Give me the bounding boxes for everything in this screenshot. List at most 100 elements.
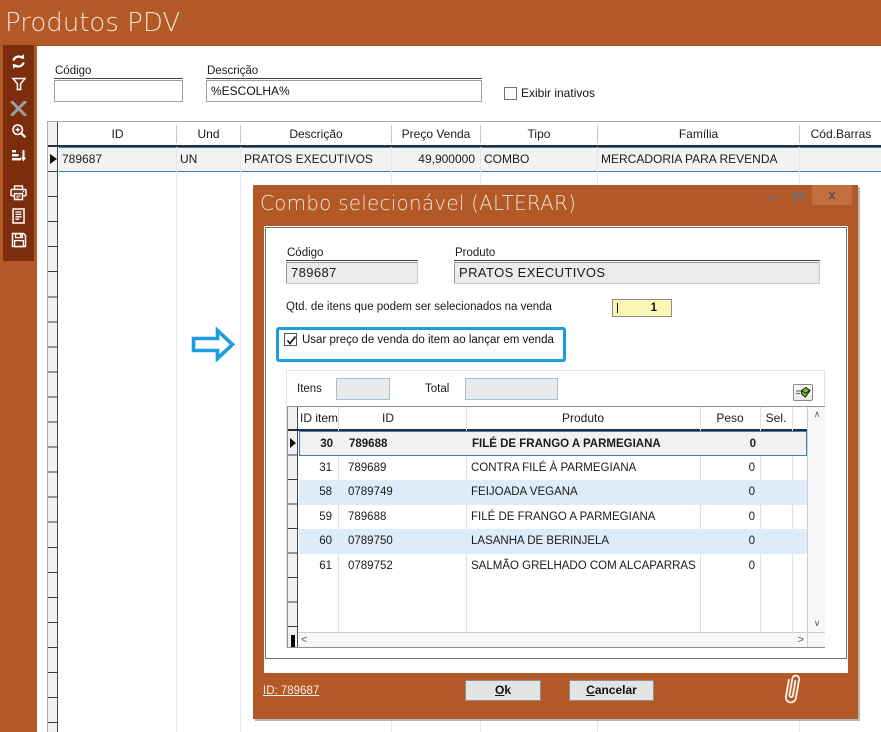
annotation-arrow-icon — [191, 326, 235, 363]
cell-und: UN — [177, 148, 240, 171]
cell-produto: CONTRA FILÉ À PARMEGIANA — [466, 456, 700, 480]
scroll-down-icon[interactable]: ∨ — [808, 619, 826, 629]
items-grid: ID item ID Produto Peso Sel. 30 789688 F… — [287, 406, 825, 648]
minimize-icon[interactable] — [768, 197, 777, 199]
cell-sel — [761, 432, 793, 456]
maximize-icon[interactable] — [793, 192, 804, 201]
column-header-descricao[interactable]: Descrição — [241, 122, 391, 145]
horizontal-scrollbar[interactable]: < > — [298, 632, 807, 647]
dialog-codigo-label: Código — [286, 246, 418, 261]
items-row[interactable]: 58 0789749 FEIJOADA VEGANA 0 — [299, 480, 807, 505]
items-column-id[interactable]: ID — [338, 407, 438, 429]
print-icon — [10, 185, 27, 201]
report-button[interactable] — [3, 205, 34, 227]
column-separator-line — [240, 147, 241, 732]
items-row[interactable]: 31 789689 CONTRA FILÉ À PARMEGIANA 0 — [299, 456, 807, 481]
cell-peso: 0 — [700, 480, 760, 504]
descricao-input[interactable] — [206, 80, 482, 102]
exibir-inativos-label: Exibir inativos — [521, 86, 595, 101]
cell-id: 0789750 — [338, 529, 466, 553]
paperclip-icon — [780, 672, 804, 710]
save-icon — [11, 232, 27, 248]
close-icon[interactable]: x — [812, 185, 852, 205]
sort-button[interactable] — [3, 145, 34, 167]
items-row[interactable]: 60 0789750 LASANHA DE BERINJELA 0 — [299, 529, 807, 554]
dialog-produto-label: Produto — [454, 246, 820, 261]
column-header-familia[interactable]: Família — [598, 122, 799, 145]
row-tick-marks — [288, 431, 298, 632]
vertical-scrollbar[interactable]: ∧ ∨ — [807, 407, 825, 632]
ok-button[interactable]: Ok — [465, 680, 541, 701]
codigo-label: Código — [54, 64, 183, 79]
column-header-preco-venda[interactable]: Preço Venda — [392, 122, 480, 145]
dialog-produto-field[interactable]: PRATOS EXECUTIVOS — [454, 262, 820, 284]
total-field[interactable] — [465, 378, 558, 400]
scroll-right-icon[interactable]: > — [798, 634, 804, 647]
cell-id-item: 59 — [299, 505, 338, 529]
zoom-icon — [11, 123, 27, 139]
items-column-produto[interactable]: Produto — [466, 407, 700, 429]
cell-tipo: COMBO — [481, 148, 597, 171]
scroll-position-bar — [291, 635, 295, 647]
cancel-button[interactable]: Cancelar — [569, 680, 654, 701]
usar-preco-checkbox[interactable] — [284, 333, 297, 346]
dialog-codigo-field[interactable]: 789687 — [286, 262, 418, 284]
column-separator-line — [176, 125, 177, 143]
scroll-left-icon[interactable]: < — [301, 634, 307, 647]
text-caret — [617, 303, 618, 313]
column-header-tipo[interactable]: Tipo — [481, 122, 597, 145]
column-header-und[interactable]: Und — [177, 122, 240, 145]
cell-id-item: 31 — [299, 456, 338, 480]
cell-sel — [760, 505, 792, 529]
cell-produto: FILÉ DE FRANGO A PARMEGIANA — [467, 432, 701, 456]
cell-id-item: 30 — [300, 432, 339, 456]
record-id-link[interactable]: ID: 789687 — [263, 685, 319, 697]
usar-preco-label: Usar preço de venda do item ao lançar em… — [302, 334, 554, 347]
items-column-sel[interactable]: Sel. — [760, 407, 792, 429]
cell-sel — [760, 480, 792, 504]
cell-produto: FEIJOADA VEGANA — [466, 480, 700, 504]
cell-cod-barras — [800, 148, 881, 171]
refresh-icon — [10, 53, 27, 70]
scroll-up-icon[interactable]: ∧ — [808, 410, 826, 420]
refresh-button[interactable] — [3, 50, 34, 72]
filter-icon — [11, 76, 27, 92]
qtd-itens-field[interactable]: 1 — [612, 299, 672, 317]
items-current-row-marker — [290, 438, 296, 448]
dialog-title: Combo selecionável (ALTERAR) — [260, 191, 576, 215]
clear-filter-button[interactable] — [3, 97, 34, 119]
cell-id: 789687 — [59, 148, 176, 171]
toolbar — [3, 45, 34, 261]
cell-id: 0789752 — [338, 554, 466, 578]
items-row[interactable]: 61 0789752 SALMÃO GRELHADO COM ALCAPARRA… — [299, 554, 807, 579]
column-header-cod-barras[interactable]: Cód.Barras — [800, 122, 881, 145]
cell-id: 0789749 — [338, 480, 466, 504]
row-tick-marks — [48, 147, 58, 732]
itens-field[interactable] — [336, 378, 390, 400]
cell-produto: FILÉ DE FRANGO A PARMEGIANA — [466, 505, 700, 529]
items-column-id-item[interactable]: ID item — [299, 407, 338, 429]
cell-peso: 0 — [700, 456, 760, 480]
zoom-button[interactable] — [3, 120, 34, 142]
cell-produto: SALMÃO GRELHADO COM ALCAPARRAS — [466, 554, 700, 578]
save-button[interactable] — [3, 229, 34, 251]
cell-peso: 0 — [701, 432, 761, 456]
column-header-id[interactable]: ID — [59, 122, 176, 145]
table-row[interactable]: 789687 UN PRATOS EXECUTIVOS 49,900000 CO… — [59, 147, 881, 172]
cell-descricao: PRATOS EXECUTIVOS — [241, 148, 391, 171]
print-button[interactable] — [3, 182, 34, 204]
cell-peso: 0 — [700, 529, 760, 553]
items-column-peso[interactable]: Peso — [700, 407, 760, 429]
items-row[interactable]: 59 789688 FILÉ DE FRANGO A PARMEGIANA 0 — [299, 505, 807, 530]
total-label: Total — [425, 383, 449, 395]
report-icon — [11, 208, 26, 224]
items-row[interactable]: 30 789688 FILÉ DE FRANGO A PARMEGIANA 0 — [299, 431, 807, 456]
filter-button[interactable] — [3, 73, 34, 95]
exibir-inativos-checkbox[interactable] — [504, 87, 517, 100]
cell-id: 789688 — [338, 505, 466, 529]
codigo-input[interactable] — [54, 80, 183, 102]
checkmark-icon — [285, 334, 298, 347]
itens-label: Itens — [297, 383, 322, 395]
lookup-button[interactable] — [793, 384, 813, 401]
sort-icon — [11, 148, 27, 164]
